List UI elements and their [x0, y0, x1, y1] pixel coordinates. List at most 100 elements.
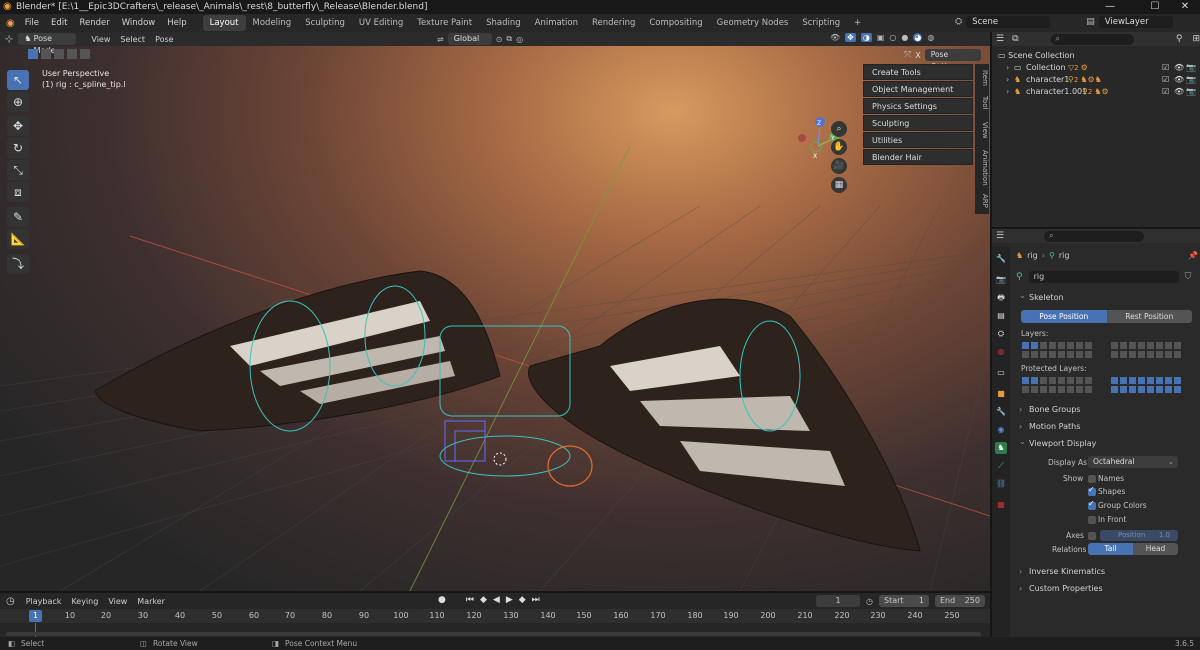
- maximize-button[interactable]: ☐: [1140, 0, 1170, 14]
- expand-arrow-icon[interactable]: ›: [1006, 86, 1014, 98]
- tab-rendering[interactable]: Rendering: [585, 15, 642, 31]
- outliner-scene-collection[interactable]: ▭ Scene Collection: [992, 50, 1200, 62]
- pose-x-mirror-icon[interactable]: X: [915, 51, 920, 60]
- clock-icon[interactable]: ◷: [866, 597, 873, 606]
- pose-position-button[interactable]: Pose Position: [1021, 310, 1107, 323]
- panel-create-tools[interactable]: Create Tools: [863, 64, 973, 80]
- bone-tab-icon[interactable]: ⟋: [995, 460, 1007, 472]
- layers-grid-right[interactable]: [1110, 341, 1182, 359]
- tab-arp[interactable]: ARP: [975, 194, 989, 208]
- view-layer-selector[interactable]: ViewLayer: [1098, 16, 1173, 28]
- outliner-editor-icon[interactable]: ☰: [992, 34, 1008, 44]
- fake-user-icon[interactable]: ⛉: [1185, 272, 1192, 282]
- properties-search-input[interactable]: ⌕: [1044, 230, 1145, 242]
- menu-keying[interactable]: Keying: [66, 597, 103, 606]
- render-camera-icon[interactable]: 📷: [1186, 86, 1196, 98]
- visibility-icon[interactable]: 👁: [830, 33, 840, 42]
- protected-layers-grid-right[interactable]: [1110, 376, 1182, 394]
- exclude-checkbox[interactable]: ☑: [1162, 62, 1169, 74]
- annotate-tool[interactable]: ✎: [7, 207, 29, 227]
- material-shading-icon[interactable]: ◕: [913, 33, 923, 42]
- panel-utilities[interactable]: Utilities: [863, 132, 973, 148]
- section-custom-properties[interactable]: Custom Properties: [1015, 582, 1198, 596]
- select-new-icon[interactable]: [28, 49, 38, 59]
- outliner-row-character1[interactable]: › ♞ character1 ⚲ 2 ♞⚙♞ ☑ 👁 📷: [992, 74, 1200, 86]
- outliner-row-character1-001[interactable]: › ♞ character1.001 ⚲ 2 ♞⚙ ☑ 👁 📷: [992, 86, 1200, 98]
- zoom-icon[interactable]: ⌕: [831, 121, 847, 137]
- tab-compositing[interactable]: Compositing: [642, 15, 709, 31]
- outliner-row-collection[interactable]: › ▭ Collection ▽ 2 ⚙ ☑ 👁 📷: [992, 62, 1200, 74]
- tab-layout[interactable]: Layout: [202, 15, 246, 31]
- panel-sculpting[interactable]: Sculpting: [863, 115, 973, 131]
- modifier-tab-icon[interactable]: 🔧: [995, 406, 1007, 418]
- rest-position-button[interactable]: Rest Position: [1106, 310, 1192, 323]
- end-frame-field[interactable]: End 250: [934, 595, 985, 607]
- filter-icon[interactable]: ⚲: [1176, 34, 1183, 44]
- menu-render[interactable]: Render: [73, 18, 115, 28]
- layers-grid-left[interactable]: [1021, 341, 1093, 359]
- render-tab-icon[interactable]: 📷: [995, 274, 1007, 286]
- pivot-icon[interactable]: ⊙: [496, 35, 503, 44]
- select-intersect-icon[interactable]: [80, 49, 90, 59]
- select-invert-icon[interactable]: [67, 49, 77, 59]
- tab-view[interactable]: View: [975, 122, 989, 139]
- rotate-tool[interactable]: ↻: [7, 138, 29, 158]
- show-in-front-checkbox[interactable]: [1088, 516, 1096, 524]
- menu-help[interactable]: Help: [161, 18, 192, 28]
- tab-scripting[interactable]: Scripting: [795, 15, 847, 31]
- panel-physics-settings[interactable]: Physics Settings: [863, 98, 973, 114]
- measure-tool[interactable]: 📐: [7, 229, 29, 249]
- relations-tail-button[interactable]: Tail: [1088, 543, 1133, 555]
- gizmo-y-neg-axis[interactable]: [810, 141, 822, 153]
- blender-menu-icon[interactable]: ◉: [0, 18, 19, 29]
- select-extend-icon[interactable]: [41, 49, 51, 59]
- physics-tab-icon[interactable]: ◉: [995, 424, 1007, 436]
- snap-icon[interactable]: ⧉: [506, 34, 512, 44]
- menu-window[interactable]: Window: [116, 18, 162, 28]
- tab-geometry-nodes[interactable]: Geometry Nodes: [710, 15, 796, 31]
- jump-start-icon[interactable]: ⏮: [466, 595, 474, 605]
- render-camera-icon[interactable]: 📷: [1186, 74, 1196, 86]
- pan-hand-icon[interactable]: ✋: [831, 139, 847, 155]
- overlay-toggle-icon[interactable]: ◑: [860, 33, 872, 42]
- playhead[interactable]: 1: [29, 610, 42, 622]
- display-as-select[interactable]: Octahedral ⌄: [1088, 456, 1178, 468]
- tab-animation[interactable]: Animation: [528, 15, 585, 31]
- gizmo-x-neg-axis[interactable]: [798, 134, 806, 142]
- tab-texture-paint[interactable]: Texture Paint: [410, 15, 479, 31]
- expand-arrow-icon[interactable]: ›: [1006, 62, 1014, 74]
- rendered-shading-icon[interactable]: ◍: [927, 33, 934, 42]
- current-frame-field[interactable]: 1: [816, 595, 860, 607]
- output-tab-icon[interactable]: 🖶: [995, 292, 1007, 304]
- show-shapes-checkbox[interactable]: [1088, 485, 1096, 496]
- timeline-scrollbar[interactable]: [6, 632, 981, 636]
- play-reverse-icon[interactable]: ◀: [493, 595, 500, 605]
- section-bone-groups[interactable]: Bone Groups: [1015, 403, 1198, 417]
- tab-shading[interactable]: Shading: [479, 15, 528, 31]
- pin-icon[interactable]: ⤧: [904, 50, 911, 60]
- gizmo-toggle-icon[interactable]: ✥: [845, 33, 856, 42]
- armature-name-field[interactable]: rig: [1028, 271, 1179, 283]
- editor-type-icon[interactable]: ⊹: [0, 34, 18, 45]
- hide-eye-icon[interactable]: 👁: [1174, 62, 1184, 74]
- add-workspace-button[interactable]: +: [847, 15, 868, 31]
- menu-marker[interactable]: Marker: [132, 597, 170, 606]
- record-icon[interactable]: ●: [438, 595, 446, 605]
- section-viewport-display[interactable]: Viewport Display: [1015, 435, 1198, 451]
- render-camera-icon[interactable]: 📷: [1186, 62, 1196, 74]
- tab-tool[interactable]: Tool: [975, 96, 989, 110]
- view-layer-tab-icon[interactable]: ▤: [995, 310, 1007, 322]
- object-tab-icon[interactable]: ■: [995, 388, 1007, 400]
- scale-tool[interactable]: ⤡: [7, 160, 29, 180]
- menu-select[interactable]: Select: [115, 35, 150, 44]
- timeline-ruler[interactable]: 1 10 20 30 40 50 60 70 80 90 100 110 120…: [0, 609, 990, 623]
- pose-options-dropdown[interactable]: Pose Options: [924, 49, 981, 71]
- bone-constraint-tab-icon[interactable]: ⛓: [995, 478, 1007, 490]
- select-subtract-icon[interactable]: [54, 49, 64, 59]
- timeline-editor-icon[interactable]: ◷: [0, 596, 21, 607]
- menu-playback[interactable]: Playback: [21, 597, 67, 606]
- section-skeleton[interactable]: Skeleton: [1015, 289, 1198, 305]
- tool-tab-icon[interactable]: 🔧: [995, 253, 1007, 265]
- scene-tab-icon[interactable]: ⛭: [995, 328, 1007, 340]
- menu-pose[interactable]: Pose: [150, 35, 179, 44]
